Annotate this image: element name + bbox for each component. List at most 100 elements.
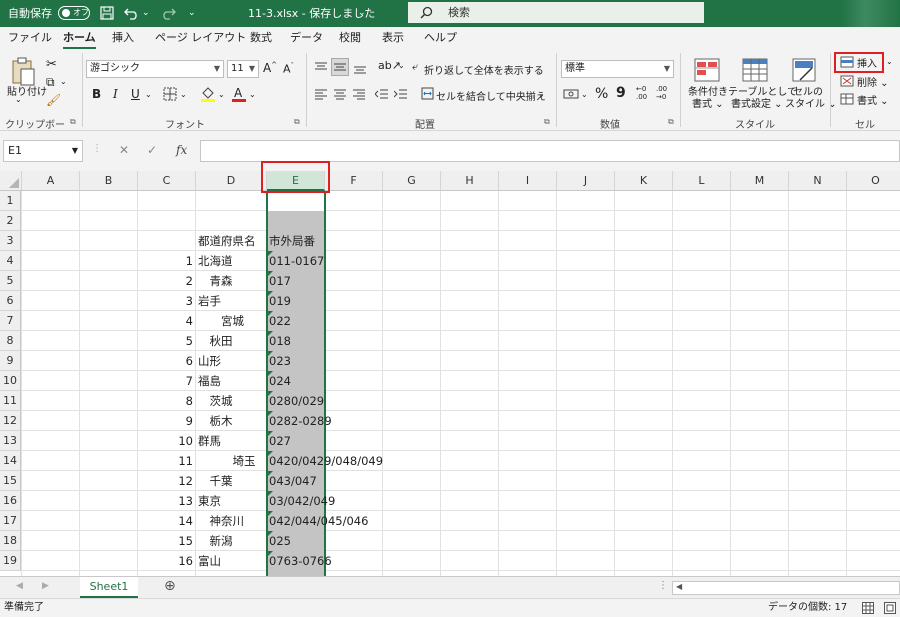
error-indicator-icon[interactable] <box>268 471 273 476</box>
cell-d[interactable]: 群馬 <box>198 431 221 451</box>
cell-e[interactable]: 023 <box>268 351 291 371</box>
column-header-i[interactable]: I <box>499 171 557 191</box>
column-header-k[interactable]: K <box>615 171 673 191</box>
search-box[interactable]: 検索 <box>408 2 704 23</box>
format-cells-icon[interactable] <box>840 93 854 105</box>
title-dropdown-icon[interactable]: ⌄ <box>358 0 366 27</box>
fill-color-dropdown-icon[interactable]: ⌄ <box>218 90 225 99</box>
row-header[interactable]: 12 <box>0 411 21 431</box>
cell-d[interactable]: 茨城 <box>198 391 232 411</box>
column-header-o[interactable]: O <box>847 171 900 191</box>
number-format-select[interactable]: 標準 ▼ <box>561 60 674 78</box>
font-size-select[interactable]: 11 ▼ <box>227 60 259 78</box>
row-header[interactable]: 15 <box>0 471 21 491</box>
cell-c[interactable]: 11 <box>138 451 196 471</box>
merge-center-button[interactable]: セルを結合して中央揃え <box>436 88 546 103</box>
cell-c[interactable]: 10 <box>138 431 196 451</box>
error-indicator-icon[interactable] <box>268 251 273 256</box>
bold-button[interactable]: B <box>92 87 101 101</box>
cut-icon[interactable]: ✂ <box>46 57 57 72</box>
row-header[interactable]: 16 <box>0 491 21 511</box>
align-left-icon[interactable] <box>314 87 328 101</box>
error-indicator-icon[interactable] <box>268 371 273 376</box>
row-header[interactable]: 1 <box>0 191 21 211</box>
column-header-j[interactable]: J <box>557 171 615 191</box>
underline-dropdown-icon[interactable]: ⌄ <box>145 90 152 99</box>
row-header[interactable]: 2 <box>0 211 21 231</box>
orientation-dropdown-icon[interactable]: ⌄ <box>398 61 405 70</box>
alignment-launcher-icon[interactable]: ⧉ <box>544 117 550 127</box>
row-header[interactable]: 10 <box>0 371 21 391</box>
sheet-tab-sheet1[interactable]: Sheet1 <box>80 577 138 598</box>
cell-styles-icon[interactable] <box>792 58 816 82</box>
cell-c[interactable]: 3 <box>138 291 196 311</box>
increase-decimal-icon[interactable]: ←0.00 <box>636 85 647 101</box>
cell-d[interactable]: 秋田 <box>198 331 232 351</box>
save-icon[interactable] <box>100 6 114 20</box>
cell-c[interactable]: 4 <box>138 311 196 331</box>
cell-d[interactable]: 神奈川 <box>198 511 244 531</box>
tab-page-layout[interactable]: ページ レイアウト <box>155 27 246 49</box>
cell-e[interactable]: 011-0167 <box>268 251 324 271</box>
font-name-select[interactable]: 游ゴシック ▼ <box>86 60 224 78</box>
error-indicator-icon[interactable] <box>268 411 273 416</box>
row-header[interactable]: 11 <box>0 391 21 411</box>
cell-c[interactable]: 8 <box>138 391 196 411</box>
error-indicator-icon[interactable] <box>268 271 273 276</box>
cell-e3[interactable]: 市外局番 <box>269 231 315 251</box>
increase-indent-icon[interactable] <box>394 87 408 101</box>
row-header[interactable]: 9 <box>0 351 21 371</box>
column-header-h[interactable]: H <box>441 171 499 191</box>
cell-c[interactable]: 2 <box>138 271 196 291</box>
cell-c[interactable]: 12 <box>138 471 196 491</box>
percent-button[interactable]: % <box>595 86 608 102</box>
name-box[interactable]: E1 ▼ <box>3 140 83 162</box>
decrease-decimal-icon[interactable]: .00 →0 <box>656 85 667 101</box>
cell-d[interactable]: 北海道 <box>198 251 233 271</box>
row-header[interactable]: 4 <box>0 251 21 271</box>
confirm-entry-button[interactable]: ✓ <box>147 143 157 157</box>
tab-data[interactable]: データ <box>290 27 323 49</box>
cell-styles-label-2[interactable]: スタイル ⌄ <box>785 95 837 110</box>
column-header-d[interactable]: D <box>196 171 267 191</box>
tab-file[interactable]: ファイル <box>8 27 52 49</box>
normal-view-icon[interactable] <box>862 602 874 614</box>
row-header[interactable]: 18 <box>0 531 21 551</box>
error-indicator-icon[interactable] <box>268 491 273 496</box>
autosave-toggle[interactable]: オフ <box>58 6 90 20</box>
format-painter-icon[interactable]: 🖌 <box>46 93 61 107</box>
copy-icon[interactable]: ⧉ <box>46 75 55 90</box>
formula-input[interactable] <box>200 140 900 162</box>
cell-d[interactable]: 青森 <box>198 271 232 291</box>
row-header[interactable]: 19 <box>0 551 21 571</box>
prev-sheet-icon[interactable]: ◀ <box>16 581 23 591</box>
decrease-indent-icon[interactable] <box>375 87 389 101</box>
cell-e[interactable]: 027 <box>268 431 291 451</box>
customize-toolbar-icon[interactable]: ⌄ <box>188 0 196 27</box>
cell-e[interactable]: 018 <box>268 331 291 351</box>
tab-formulas[interactable]: 数式 <box>250 27 272 49</box>
select-all-button[interactable] <box>0 171 22 191</box>
border-dropdown-icon[interactable]: ⌄ <box>180 90 187 99</box>
insert-dropdown-icon[interactable]: ⌄ <box>886 57 893 66</box>
delete-cells-icon[interactable] <box>840 75 854 87</box>
font-color-dropdown-icon[interactable]: ⌄ <box>249 90 256 99</box>
column-header-f[interactable]: F <box>325 171 383 191</box>
error-indicator-icon[interactable] <box>268 351 273 356</box>
tab-insert[interactable]: 挿入 <box>112 27 134 49</box>
merge-dropdown-icon[interactable]: ⌄ <box>538 90 545 99</box>
delete-cells-button[interactable]: 削除 ⌄ <box>857 74 889 89</box>
cell-d[interactable]: 新潟 <box>198 531 232 551</box>
error-indicator-icon[interactable] <box>268 551 273 556</box>
tab-view[interactable]: 表示 <box>382 27 404 49</box>
number-launcher-icon[interactable]: ⧉ <box>668 117 674 127</box>
column-header-l[interactable]: L <box>673 171 731 191</box>
underline-button[interactable]: U <box>131 87 140 101</box>
insert-function-button[interactable]: fx <box>176 143 187 157</box>
wrap-text-button[interactable]: 折り返して全体を表示する <box>424 62 544 77</box>
cell-e[interactable]: 025 <box>268 531 291 551</box>
align-top-icon[interactable] <box>314 61 328 75</box>
column-header-c[interactable]: C <box>138 171 196 191</box>
row-header[interactable]: 14 <box>0 451 21 471</box>
italic-button[interactable]: I <box>113 87 118 101</box>
